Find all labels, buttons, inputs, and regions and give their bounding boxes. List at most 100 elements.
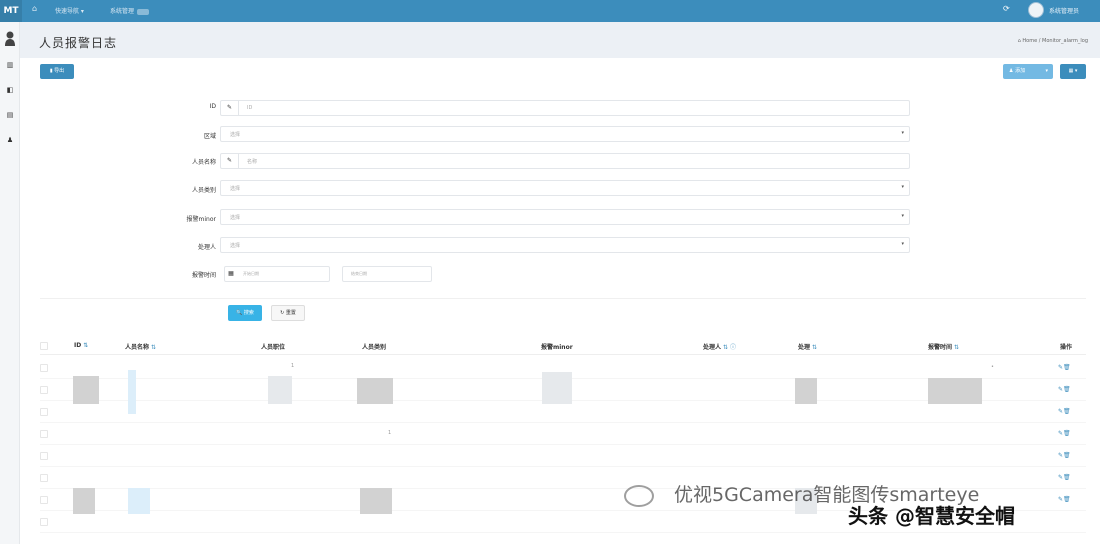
sort-icon: ⇅ — [83, 342, 89, 349]
select-all-checkbox[interactable] — [40, 342, 48, 350]
col-id[interactable]: ID ⇅ — [74, 342, 88, 349]
col-person-position[interactable]: 人员职位 — [261, 342, 285, 351]
search-button[interactable]: 🔍 搜索 — [228, 305, 262, 321]
home-icon[interactable]: ⌂ — [32, 4, 37, 13]
person-name-placeholder: 名称 — [247, 159, 258, 165]
blurred-cell — [928, 378, 982, 404]
watermark-source: 头条 @智慧安全帽 — [848, 504, 1015, 528]
col-alarm-minor[interactable]: 报警minor — [541, 342, 573, 351]
col-alarm-minor-label: 报警minor — [541, 344, 573, 351]
row-actions[interactable]: ✎🗑 — [1058, 386, 1071, 393]
person-type-select[interactable]: 选择 ▾ — [220, 180, 910, 196]
area-label: 区域 — [203, 133, 216, 140]
row-actions[interactable]: ✎🗑 — [1058, 474, 1071, 481]
user-avatar-icon — [5, 31, 15, 46]
add-button-label: 添加 — [1015, 68, 1026, 74]
sort-icon: ⇅ — [812, 344, 818, 351]
content-header: 人员报警日志 ⌂ Home / Monitor_alarm_log — [20, 22, 1100, 58]
table-row[interactable] — [40, 532, 1086, 533]
sidebar: ▥ ◧ ▤ ♟ — [0, 22, 20, 544]
export-button[interactable]: ▮ 导出 — [40, 64, 74, 79]
start-date-input[interactable]: ▦ 开始日期 — [224, 266, 330, 282]
id-placeholder: ID — [247, 105, 253, 111]
blurred-cell — [73, 376, 99, 404]
row-checkbox[interactable] — [40, 474, 48, 482]
id-input[interactable]: ✎ ID — [220, 100, 910, 116]
table-row[interactable] — [40, 444, 1086, 445]
system-menu[interactable]: 系统管理 — [110, 6, 150, 15]
log-icon[interactable]: ◧ — [5, 85, 15, 95]
menu-badge — [137, 8, 150, 15]
row-actions[interactable]: ✎🗑 — [1058, 496, 1071, 503]
book-icon[interactable]: ▤ — [5, 110, 15, 120]
top-navbar: MT ⌂ 快速导航 ▾ 系统管理 ⟳ 系统管理员 — [0, 0, 1100, 22]
page-title: 人员报警日志 — [39, 36, 118, 50]
blurred-cell — [128, 488, 150, 514]
alarm-time-label: 报警时间 — [191, 272, 216, 279]
chevron-down-icon: ▾ — [1045, 68, 1048, 74]
alarm-minor-select[interactable]: 选择 ▾ — [220, 209, 910, 225]
col-person-position-label: 人员职位 — [261, 344, 286, 351]
blurred-cell — [73, 488, 95, 514]
chevron-down-icon: ▾ — [901, 241, 904, 247]
pencil-icon: ✎ — [221, 154, 239, 168]
table-row[interactable] — [40, 422, 1086, 423]
main-panel: ▮ 导出 ♟ 添加 ▾ ▦ ▾ ID ✎ ID 区域 选择 ▾ 人员名称 ✎ 名称… — [30, 60, 1096, 544]
area-select[interactable]: 选择 ▾ — [220, 126, 910, 142]
columns-button[interactable]: ▦ ▾ — [1060, 64, 1086, 79]
col-operations: 操作 — [1060, 344, 1073, 351]
blurred-cell — [128, 370, 136, 414]
alarm-minor-label: 报警minor — [186, 216, 216, 223]
dashboard-icon[interactable]: ▥ — [5, 60, 15, 70]
row-checkbox[interactable] — [40, 364, 48, 372]
system-menu-label: 系统管理 — [110, 8, 135, 15]
row-checkbox[interactable] — [40, 430, 48, 438]
row-actions[interactable]: ✎🗑 — [1058, 452, 1071, 459]
row-checkbox[interactable] — [40, 496, 48, 504]
breadcrumb[interactable]: ⌂ Home / Monitor_alarm_log — [1018, 38, 1088, 44]
info-icon: ⓘ — [730, 344, 737, 351]
row-actions[interactable]: ✎🗑 — [1058, 364, 1071, 371]
person-name-input[interactable]: ✎ 名称 — [220, 153, 910, 169]
handler-select[interactable]: 选择 ▾ — [220, 237, 910, 253]
row-checkbox[interactable] — [40, 386, 48, 394]
user-icon[interactable]: ♟ — [5, 135, 15, 145]
person-type-label: 人员类别 — [191, 187, 216, 194]
col-person-type[interactable]: 人员类别 — [362, 342, 386, 351]
chevron-down-icon: ▾ — [901, 184, 904, 190]
col-person-type-label: 人员类别 — [362, 344, 387, 351]
col-process[interactable]: 处理 ⇅ — [798, 342, 817, 351]
blurred-cell — [360, 488, 392, 514]
reset-button[interactable]: ↻ 重置 — [271, 305, 305, 321]
table-header-divider — [40, 354, 1086, 355]
row-checkbox[interactable] — [40, 518, 48, 526]
quick-nav-menu[interactable]: 快速导航 ▾ — [55, 6, 84, 15]
col-handler[interactable]: 处理人 ⇅ ⓘ — [703, 342, 736, 351]
handler-label: 处理人 — [197, 244, 216, 251]
col-person-name[interactable]: 人员名称 ⇅ — [125, 342, 156, 351]
pencil-icon: ✎ — [221, 101, 239, 115]
col-process-label: 处理 — [798, 344, 811, 351]
blurred-text: 1 — [388, 430, 392, 436]
table-row[interactable] — [40, 466, 1086, 467]
sort-icon: ⇅ — [151, 344, 157, 351]
col-id-label: ID — [74, 342, 82, 349]
col-alarm-time[interactable]: 报警时间 ⇅ — [928, 342, 959, 351]
add-button[interactable]: ♟ 添加 ▾ — [1003, 64, 1053, 79]
app-logo[interactable]: MT — [0, 0, 22, 22]
handler-placeholder: 选择 — [230, 243, 241, 249]
end-date-input[interactable]: 结束日期 — [342, 266, 432, 282]
row-checkbox[interactable] — [40, 408, 48, 416]
row-checkbox[interactable] — [40, 452, 48, 460]
refresh-icon[interactable]: ⟳ — [1003, 4, 1010, 13]
row-actions[interactable]: ✎🗑 — [1058, 430, 1071, 437]
wechat-icon — [624, 484, 654, 507]
user-name[interactable]: 系统管理员 — [1049, 6, 1079, 15]
blurred-cell — [268, 376, 292, 404]
area-placeholder: 选择 — [230, 132, 241, 138]
person-name-label: 人员名称 — [191, 159, 216, 166]
row-actions[interactable]: ✎🗑 — [1058, 408, 1071, 415]
avatar[interactable] — [1028, 2, 1044, 18]
end-date-placeholder: 结束日期 — [351, 271, 367, 276]
chevron-down-icon: ▾ — [901, 213, 904, 219]
